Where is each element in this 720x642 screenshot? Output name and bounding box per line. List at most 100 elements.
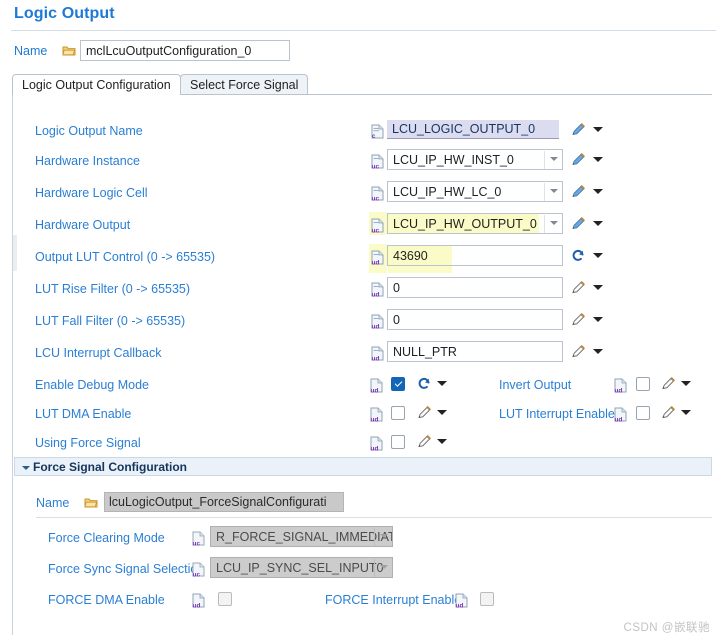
field-label: LUT DMA Enable (35, 407, 132, 421)
force-sync-signal-selection-combo: LCU_IP_SYNC_SEL_INPUT0 (210, 557, 393, 578)
pencil-icon[interactable] (417, 405, 432, 420)
chevron-down-icon[interactable] (437, 410, 447, 415)
output-lut-control-input[interactable]: 43690 (387, 245, 563, 266)
lut-fall-filter-input[interactable]: 0 (387, 309, 563, 330)
ud-doc-icon: ud (455, 593, 468, 610)
field-row-logic-output-name: Logic Output Name c LCU_LOGIC_OUTPUT_0 (13, 119, 713, 145)
chevron-down-icon[interactable] (593, 253, 603, 258)
chevron-down-icon[interactable] (550, 157, 558, 161)
field-row-hardware-output: Hardware Output uc LCU_IP_HW_OUTPUT_0 (13, 212, 713, 239)
revert-icon[interactable] (417, 376, 432, 391)
pencil-icon[interactable] (417, 434, 432, 449)
chevron-down-icon[interactable] (593, 285, 603, 290)
using-force-signal-checkbox[interactable] (391, 435, 405, 449)
top-name-input[interactable]: mclLcuOutputConfiguration_0 (80, 40, 290, 61)
svg-text:ud: ud (193, 603, 201, 609)
chevron-down-icon[interactable] (593, 189, 603, 194)
svg-text:ud: ud (371, 446, 379, 452)
field-label: Force Sync Signal Selection (48, 562, 205, 576)
svg-text:uc: uc (372, 196, 380, 202)
logic-output-editor: Logic Output Name mclLcuOutputConfigurat… (0, 0, 720, 642)
pencil-icon[interactable] (661, 405, 676, 420)
svg-text:ud: ud (615, 417, 623, 423)
tab-bar: Logic Output Configuration Select Force … (12, 74, 712, 96)
svg-text:uc: uc (193, 541, 201, 547)
hardware-logic-cell-combo[interactable]: LCU_IP_HW_LC_0 (387, 181, 563, 202)
watermark: CSDN @嵌联驰 (623, 622, 710, 634)
combo-separator (374, 559, 375, 577)
chevron-down-icon[interactable] (593, 221, 603, 226)
chevron-down-icon (380, 534, 388, 538)
hardware-instance-combo[interactable]: LCU_IP_HW_INST_0 (387, 149, 563, 170)
combo-separator (374, 528, 375, 546)
field-label: FORCE DMA Enable (48, 593, 165, 607)
invert-output-checkbox[interactable] (636, 377, 650, 391)
chevron-down-icon[interactable] (593, 349, 603, 354)
combo-separator (544, 215, 545, 233)
force-signal-configuration-section-header[interactable]: Force Signal Configuration (14, 457, 712, 476)
hardware-output-combo[interactable]: LCU_IP_HW_OUTPUT_0 (387, 213, 563, 234)
page-title: Logic Output (14, 5, 115, 22)
lut-rise-filter-input[interactable]: 0 (387, 277, 563, 298)
chevron-down-icon[interactable] (681, 381, 691, 386)
lut-interrupt-enable-checkbox[interactable] (636, 406, 650, 420)
field-label: Force Clearing Mode (48, 531, 165, 545)
pencil-icon[interactable] (571, 344, 586, 359)
lut-interrupt-enable-label: LUT Interrupt Enable (499, 407, 615, 421)
combo-separator (544, 151, 545, 169)
pencil-blue-icon[interactable] (571, 216, 586, 231)
force-interrupt-enable-checkbox[interactable] (480, 592, 494, 606)
lut-dma-enable-checkbox[interactable] (391, 406, 405, 420)
svg-text:ud: ud (372, 292, 380, 298)
combo-value: LCU_IP_HW_INST_0 (393, 153, 514, 167)
svg-text:ud: ud (615, 388, 623, 394)
field-label: Using Force Signal (35, 436, 141, 450)
chevron-down-icon[interactable] (437, 381, 447, 386)
lcu-interrupt-callback-input[interactable]: NULL_PTR (387, 341, 563, 362)
force-dma-enable-checkbox[interactable] (218, 592, 232, 606)
field-label: LUT Rise Filter (0 -> 65535) (35, 282, 191, 296)
combo-separator (544, 183, 545, 201)
field-label: LCU Interrupt Callback (35, 346, 162, 360)
section-name-label: Name (36, 496, 70, 510)
enable-debug-mode-checkbox[interactable] (391, 377, 405, 391)
revert-icon[interactable] (571, 248, 586, 263)
field-label: Hardware Logic Cell (35, 186, 148, 200)
collapse-triangle-icon[interactable] (22, 466, 30, 470)
chevron-down-icon[interactable] (593, 317, 603, 322)
logic-output-name-input[interactable]: LCU_LOGIC_OUTPUT_0 (387, 120, 559, 139)
pencil-icon[interactable] (571, 312, 586, 327)
pencil-icon[interactable] (661, 376, 676, 391)
chevron-down-icon[interactable] (437, 439, 447, 444)
ud-doc-icon: ud (370, 436, 383, 453)
force-clearing-mode-combo: R_FORCE_SIGNAL_IMMEDIATE (210, 526, 393, 547)
svg-text:ud: ud (372, 260, 380, 266)
top-name-label: Name (14, 44, 48, 58)
chevron-down-icon[interactable] (593, 127, 603, 132)
svg-text:ud: ud (372, 324, 380, 330)
uc-doc-icon: uc (371, 218, 384, 235)
ud-doc-icon: ud (371, 282, 384, 299)
field-label: Hardware Output (35, 218, 131, 232)
title-divider (11, 30, 716, 31)
chevron-down-icon[interactable] (550, 221, 558, 225)
tab-select-force-signal[interactable]: Select Force Signal (180, 74, 309, 95)
svg-text:ud: ud (371, 417, 379, 423)
pencil-icon[interactable] (571, 280, 586, 295)
uc-doc-icon: uc (371, 186, 384, 203)
pencil-blue-icon[interactable] (571, 122, 586, 137)
field-row-hardware-logic-cell: Hardware Logic Cell uc LCU_IP_HW_LC_0 (13, 181, 713, 207)
chevron-down-icon[interactable] (593, 157, 603, 162)
field-label: Enable Debug Mode (35, 378, 149, 392)
pencil-blue-icon[interactable] (571, 184, 586, 199)
tab-content-panel: Logic Output Name c LCU_LOGIC_OUTPUT_0 H… (12, 95, 712, 635)
chevron-down-icon[interactable] (681, 410, 691, 415)
svg-text:uc: uc (372, 228, 380, 234)
pencil-blue-icon[interactable] (571, 152, 586, 167)
svg-text:ud: ud (456, 603, 464, 609)
chevron-down-icon[interactable] (550, 189, 558, 193)
checkbox-row-force-dma-enable: FORCE DMA Enable ud FORCE Interrupt Enab… (0, 588, 700, 614)
tab-logic-output-configuration[interactable]: Logic Output Configuration (12, 74, 181, 96)
field-row-lcu-interrupt-callback: LCU Interrupt Callback ud NULL_PTR (13, 341, 713, 367)
field-row-lut-rise-filter: LUT Rise Filter (0 -> 65535) ud 0 (13, 277, 713, 303)
